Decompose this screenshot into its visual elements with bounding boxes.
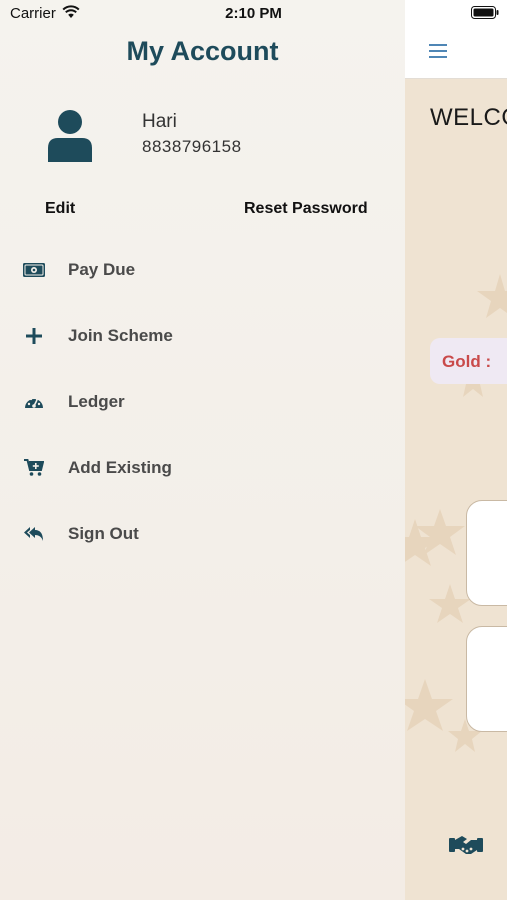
menu-item-ledger[interactable]: Ledger	[0, 380, 405, 424]
welcome-heading: WELCO	[430, 104, 507, 131]
reset-password-button[interactable]: Reset Password	[244, 200, 368, 218]
side-drawer: Carrier My Account Hari 8838796158 Edit …	[0, 0, 405, 900]
money-bill-icon	[22, 259, 46, 281]
star-pattern-background	[405, 274, 507, 752]
cart-plus-icon	[22, 457, 46, 479]
user-avatar-icon	[48, 110, 92, 162]
gold-rate-badge: Gold : 4	[430, 338, 507, 384]
dashboard-card[interactable]	[466, 500, 507, 606]
gauge-icon	[22, 391, 46, 413]
edit-profile-button[interactable]: Edit	[45, 200, 75, 218]
handshake-icon[interactable]	[449, 832, 483, 858]
menu-item-join-scheme[interactable]: Join Scheme	[0, 314, 405, 358]
menu-item-pay-due[interactable]: Pay Due	[0, 248, 405, 292]
menu-item-label: Join Scheme	[68, 326, 173, 345]
menu-item-label: Pay Due	[68, 260, 136, 279]
main-screen: WELCO Gold : 4	[405, 0, 507, 900]
status-time: 2:10 PM	[225, 5, 282, 22]
dashboard-card[interactable]	[466, 626, 507, 732]
menu-item-add-existing[interactable]: Add Existing	[0, 446, 405, 490]
user-name: Hari	[142, 111, 177, 132]
drawer-title: My Account	[126, 36, 279, 66]
user-phone: 8838796158	[142, 137, 242, 156]
hamburger-menu-icon[interactable]	[429, 42, 449, 60]
gold-rate-label: Gold :	[442, 352, 492, 371]
menu-item-sign-out[interactable]: Sign Out	[0, 512, 405, 556]
reply-all-icon	[22, 523, 46, 545]
plus-icon	[22, 325, 46, 347]
menu-item-label: Ledger	[68, 392, 125, 411]
menu-item-label: Sign Out	[68, 524, 139, 543]
menu-item-label: Add Existing	[68, 458, 172, 477]
